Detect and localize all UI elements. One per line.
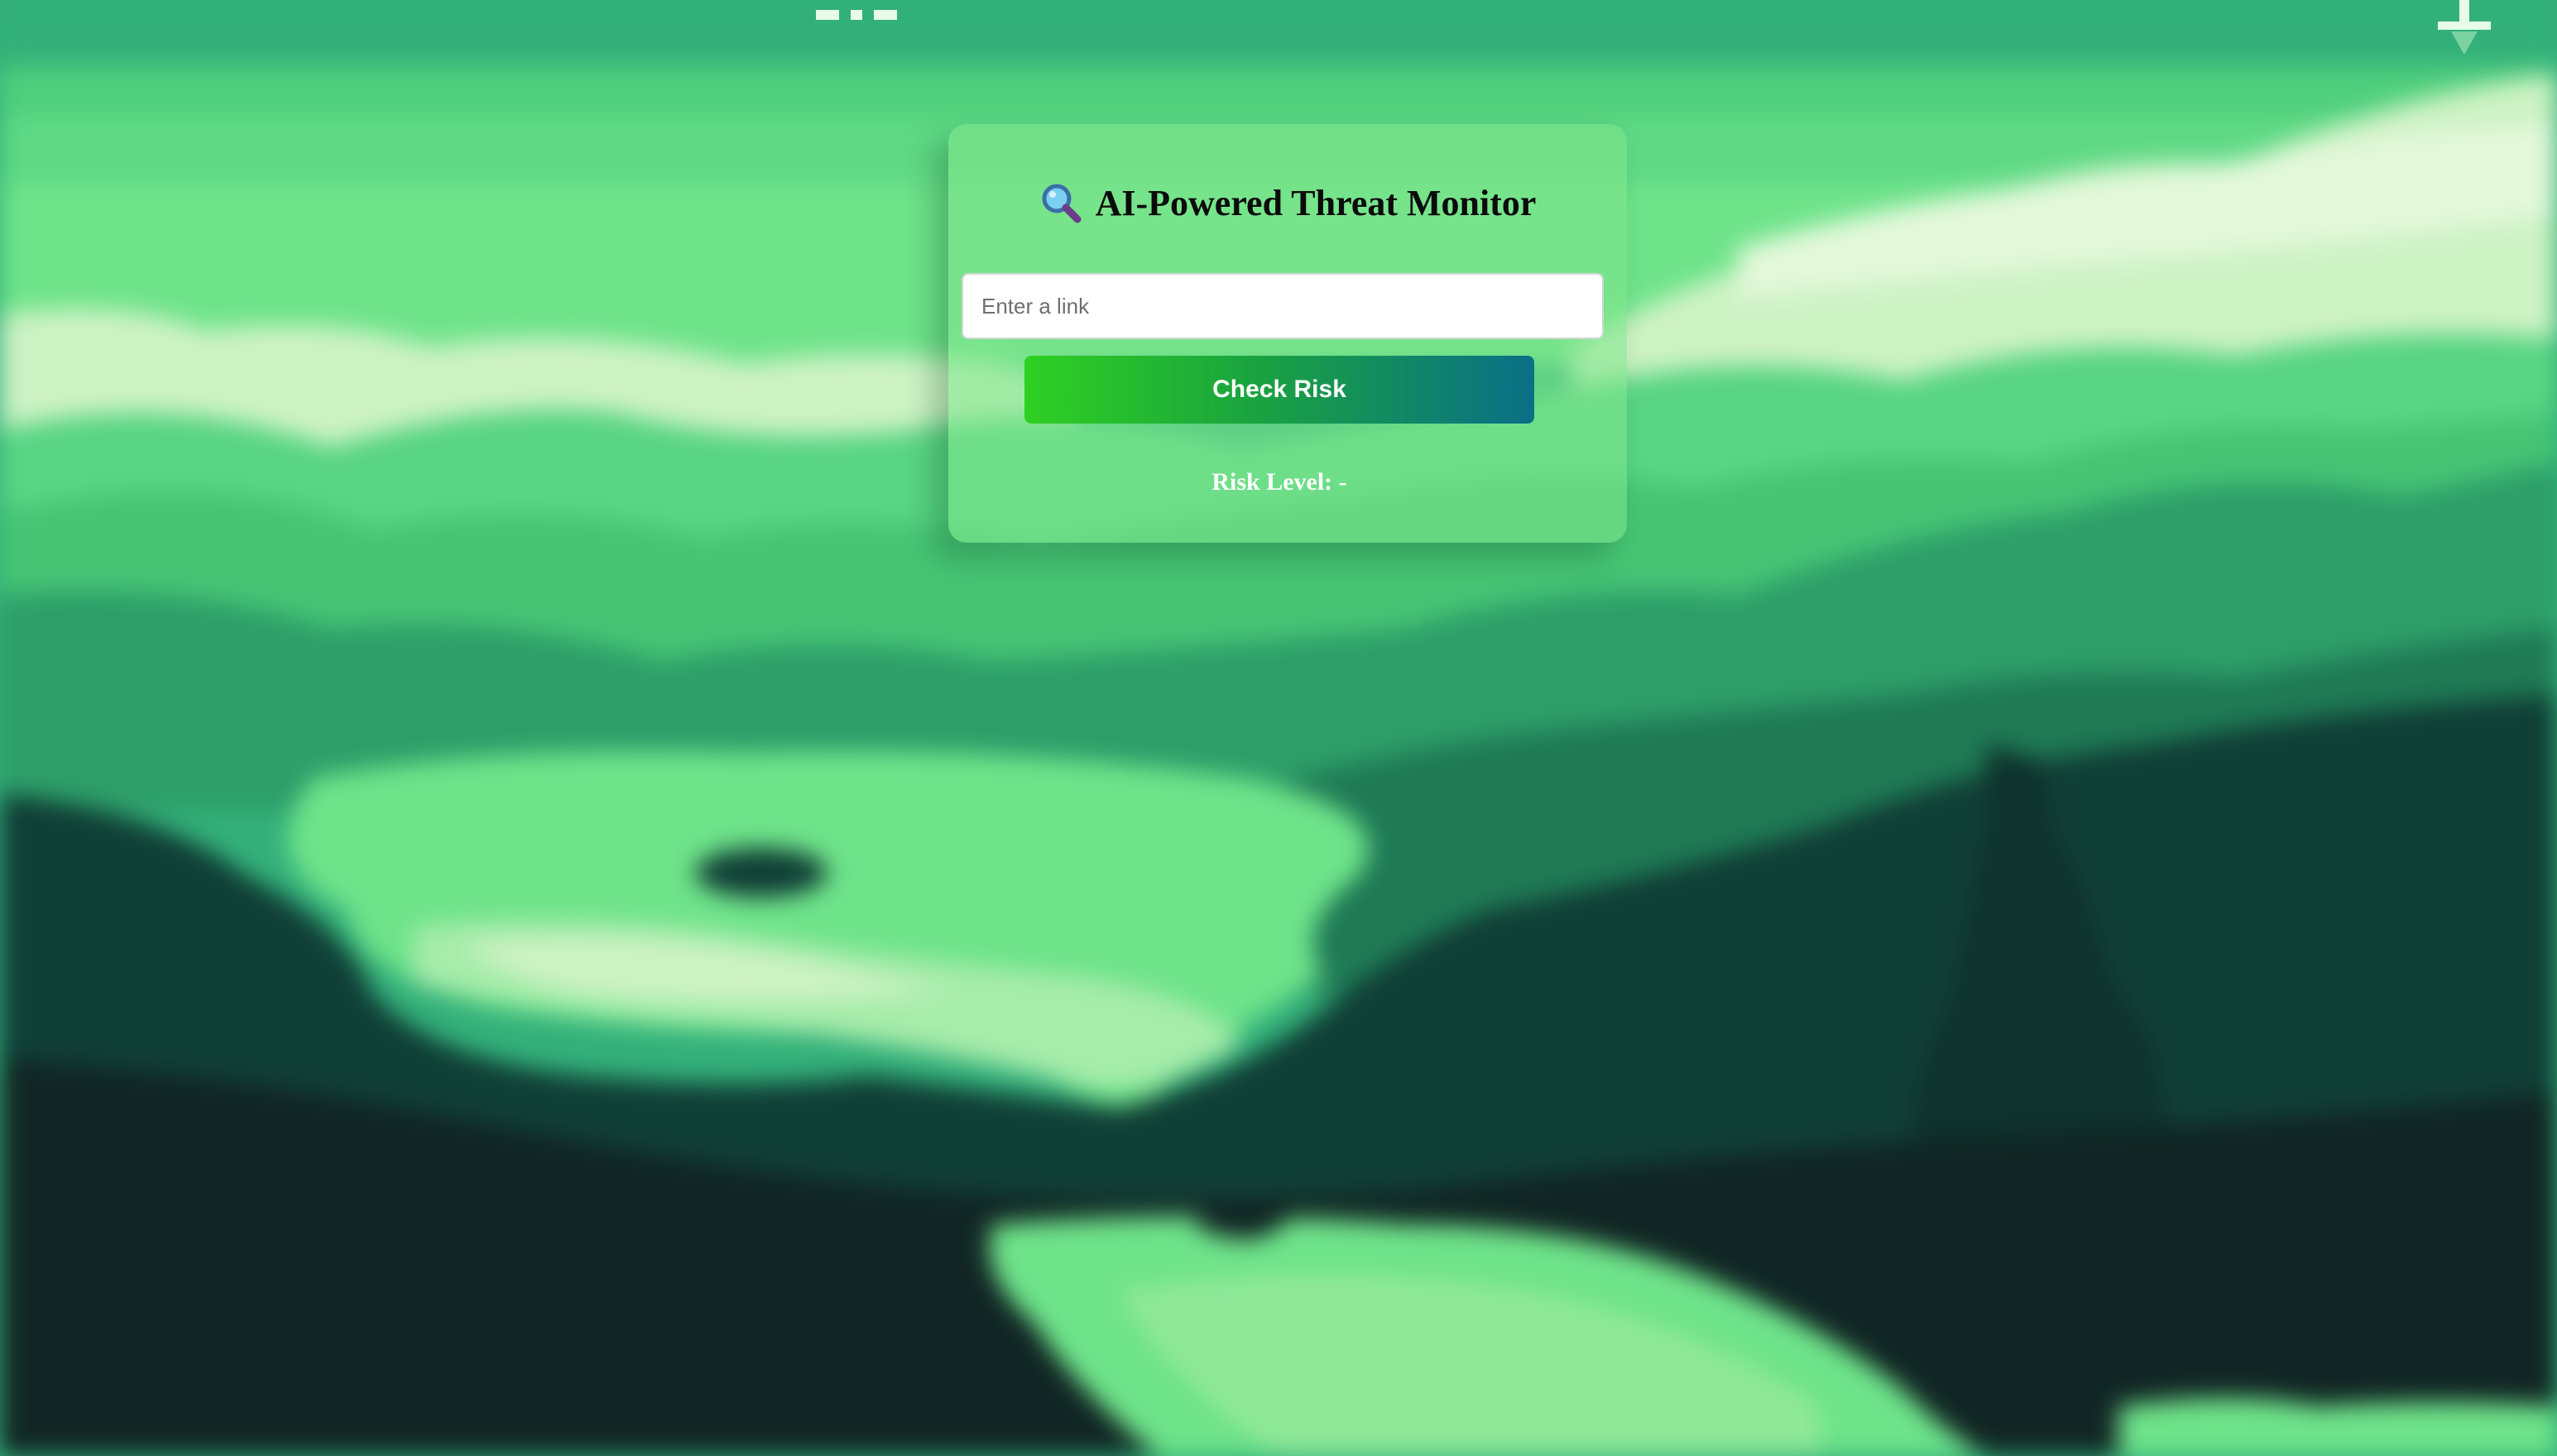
download-arrow-icon	[2438, 0, 2491, 55]
magnifying-glass-icon	[1042, 184, 1082, 223]
pixel-dot-icon	[851, 10, 862, 20]
page-title-text: AI-Powered Threat Monitor	[1095, 182, 1537, 223]
check-risk-button[interactable]: Check Risk	[1024, 356, 1534, 424]
pixel-dash-icon	[816, 10, 839, 20]
risk-level-text: Risk Level: -	[1211, 468, 1347, 496]
page-title: AI-Powered Threat Monitor	[1023, 174, 1552, 232]
link-input[interactable]	[962, 273, 1604, 339]
pixel-dash-icon	[874, 10, 897, 20]
